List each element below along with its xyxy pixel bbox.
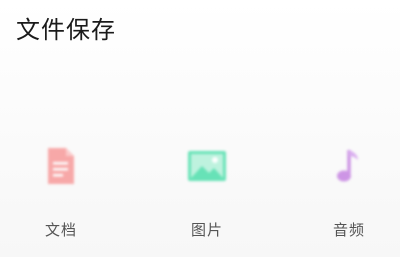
music-note-icon — [304, 140, 394, 192]
category-label: 图片 — [190, 221, 223, 239]
category-audio[interactable]: 音频 — [304, 140, 394, 240]
category-documents[interactable]: 文档 — [16, 140, 106, 240]
category-label: 音频 — [332, 221, 365, 239]
image-icon — [162, 140, 252, 192]
category-images[interactable]: 图片 — [162, 140, 252, 240]
page-title: 文件保存 — [16, 16, 116, 44]
file-save-page: 文件保存 文档 图片 音频 — [0, 0, 400, 257]
category-label: 文档 — [44, 221, 77, 239]
document-icon — [16, 140, 106, 192]
